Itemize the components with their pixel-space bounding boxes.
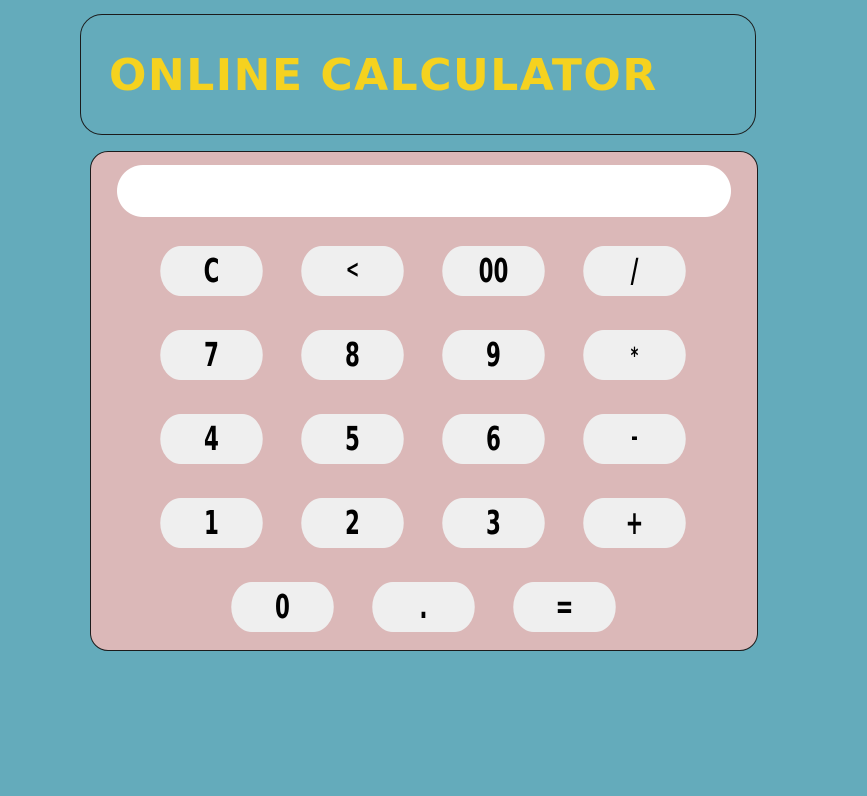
calculator-panel: C < 00 / 7 8 9 * 4 5 6 - 1 2 3 + 0 . = bbox=[90, 151, 758, 651]
seven-button[interactable]: 7 bbox=[160, 330, 263, 380]
two-button[interactable]: 2 bbox=[301, 498, 404, 548]
double-zero-button-label: 00 bbox=[478, 251, 509, 291]
clear-button-label: C bbox=[203, 251, 220, 291]
backspace-button[interactable]: < bbox=[301, 246, 404, 296]
six-button-label: 6 bbox=[486, 419, 501, 459]
nine-button[interactable]: 9 bbox=[442, 330, 545, 380]
seven-button-label: 7 bbox=[204, 335, 219, 375]
four-button[interactable]: 4 bbox=[160, 414, 263, 464]
keypad: C < 00 / 7 8 9 * 4 5 6 - 1 2 3 + 0 . = bbox=[91, 152, 757, 650]
two-button-label: 2 bbox=[345, 503, 360, 543]
three-button[interactable]: 3 bbox=[442, 498, 545, 548]
page: ONLINE CALCULATOR C < 00 / 7 8 9 * 4 5 6… bbox=[0, 0, 867, 796]
subtract-button-label: - bbox=[631, 424, 638, 453]
clear-button[interactable]: C bbox=[160, 246, 263, 296]
equals-button-label: = bbox=[555, 587, 574, 627]
page-title: ONLINE CALCULATOR bbox=[109, 50, 658, 101]
divide-button[interactable]: / bbox=[583, 246, 686, 296]
six-button[interactable]: 6 bbox=[442, 414, 545, 464]
decimal-button[interactable]: . bbox=[372, 582, 475, 632]
zero-button[interactable]: 0 bbox=[231, 582, 334, 632]
double-zero-button[interactable]: 00 bbox=[442, 246, 545, 296]
add-button[interactable]: + bbox=[583, 498, 686, 548]
subtract-button[interactable]: - bbox=[583, 414, 686, 464]
multiply-button[interactable]: * bbox=[583, 330, 686, 380]
divide-button-label: / bbox=[630, 251, 639, 291]
three-button-label: 3 bbox=[486, 503, 501, 543]
five-button-label: 5 bbox=[345, 419, 360, 459]
backspace-button-label: < bbox=[345, 256, 360, 285]
nine-button-label: 9 bbox=[486, 335, 501, 375]
four-button-label: 4 bbox=[204, 419, 219, 459]
decimal-button-label: . bbox=[419, 587, 428, 627]
add-button-label: + bbox=[625, 503, 644, 543]
eight-button[interactable]: 8 bbox=[301, 330, 404, 380]
one-button-label: 1 bbox=[204, 503, 219, 543]
one-button[interactable]: 1 bbox=[160, 498, 263, 548]
equals-button[interactable]: = bbox=[513, 582, 616, 632]
zero-button-label: 0 bbox=[275, 587, 290, 627]
header-banner: ONLINE CALCULATOR bbox=[80, 14, 756, 135]
five-button[interactable]: 5 bbox=[301, 414, 404, 464]
eight-button-label: 8 bbox=[345, 335, 360, 375]
multiply-button-label: * bbox=[630, 341, 639, 369]
